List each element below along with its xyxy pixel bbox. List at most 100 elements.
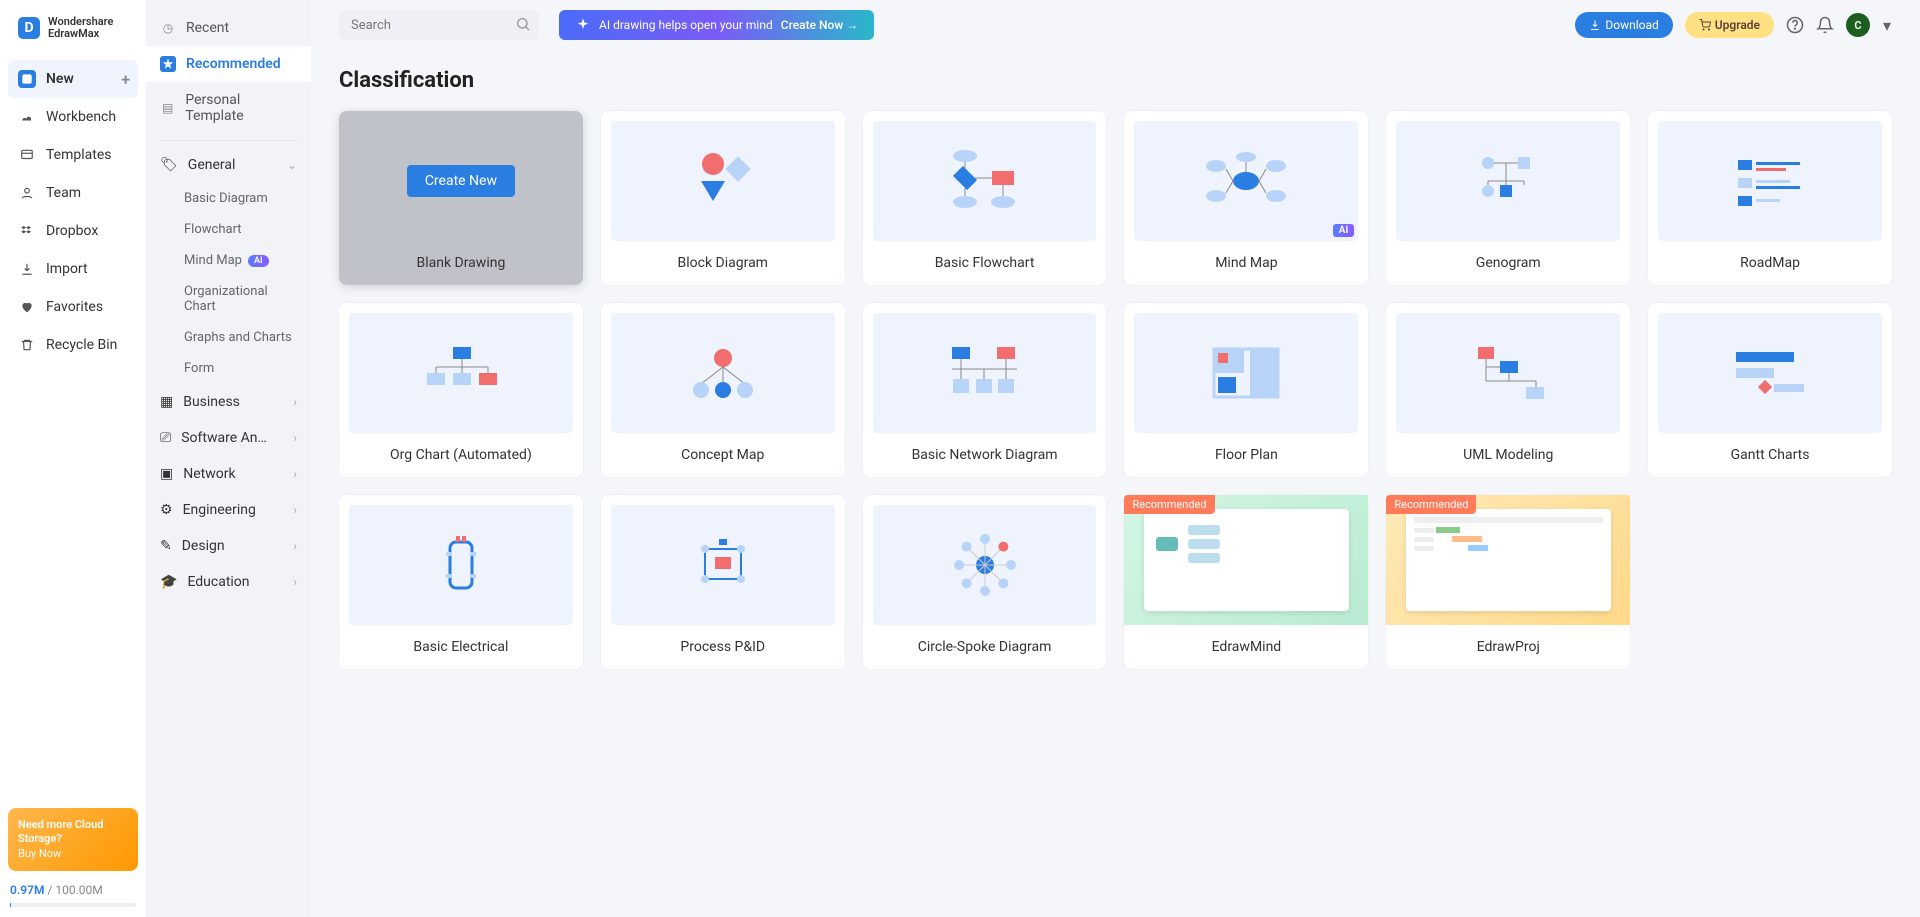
clock-icon: ◷ (160, 20, 176, 36)
template-card-block-diagram[interactable]: Block Diagram (601, 111, 845, 285)
template-card-basic-network-diagram[interactable]: Basic Network Diagram (863, 303, 1107, 477)
nav-item-templates[interactable]: Templates (8, 136, 138, 174)
star-icon: ★ (160, 56, 176, 72)
group-icon: 🎓 (160, 574, 177, 590)
tag-icon: 🏷 (160, 157, 178, 173)
user-avatar[interactable]: C (1846, 13, 1870, 37)
promo-line1: Need more Cloud Storage? (18, 818, 103, 845)
template-card-uml-modeling[interactable]: UML Modeling (1386, 303, 1630, 477)
template-icon: ▤ (160, 100, 175, 116)
dropbox-icon (18, 222, 36, 240)
chevron-right-icon: › (293, 395, 297, 409)
template-thumbnail (1134, 313, 1358, 433)
primary-nav: New + Workbench Templates Team DropboxImport F… (0, 56, 146, 368)
template-card-edrawmind[interactable]: RecommendedEdrawMind (1124, 495, 1368, 669)
tab-recent[interactable]: ◷ Recent (146, 10, 311, 46)
group-business[interactable]: ▦Business› (146, 384, 311, 420)
plus-icon[interactable]: + (121, 70, 130, 89)
top-bar: AI drawing helps open your mind Create N… (311, 0, 1920, 50)
template-thumbnail (611, 505, 835, 625)
storage-promo[interactable]: Need more Cloud Storage? Buy Now (8, 808, 138, 871)
template-thumbnail: AI (1134, 121, 1358, 241)
nav-label: Templates (46, 147, 112, 163)
main-area: AI drawing helps open your mind Create N… (311, 0, 1920, 917)
bell-icon[interactable] (1816, 16, 1834, 34)
tab-recommended[interactable]: ★Recommended (146, 46, 311, 82)
chevron-down-icon: ⌄ (287, 158, 297, 172)
template-card-mind-map[interactable]: AIMind Map (1124, 111, 1368, 285)
nav-item-recycle-bin[interactable]: Recycle Bin (8, 326, 138, 364)
brand-icon: D (18, 17, 40, 39)
group-engineering[interactable]: ⚙Engineering› (146, 492, 311, 528)
promo-cta: Buy Now (18, 847, 61, 860)
sparkle-icon (575, 17, 591, 33)
download-label: Download (1605, 18, 1658, 32)
subcat-mind-map[interactable]: Mind MapAI (146, 245, 311, 276)
download-button[interactable]: Download (1575, 12, 1672, 38)
subcat-organizational-chart[interactable]: Organizational Chart (146, 276, 311, 322)
subcat-graphs-and-charts[interactable]: Graphs and Charts (146, 322, 311, 353)
template-card-circle-spoke-diagram[interactable]: Circle-Spoke Diagram (863, 495, 1107, 669)
template-card-roadmap[interactable]: RoadMap (1648, 111, 1892, 285)
caret-down-icon[interactable]: ▾ (1882, 16, 1892, 34)
nav-item-workbench[interactable]: Workbench (8, 98, 138, 136)
tab-label: Recent (186, 20, 229, 36)
template-card-org-chart-automated-[interactable]: Org Chart (Automated) (339, 303, 583, 477)
template-label: Circle-Spoke Diagram (863, 625, 1107, 669)
nav-item-import[interactable]: Import (8, 250, 138, 288)
template-card-gantt-charts[interactable]: Gantt Charts (1648, 303, 1892, 477)
search-box (339, 10, 539, 40)
template-label: Basic Flowchart (863, 241, 1107, 285)
group-education[interactable]: 🎓Education› (146, 564, 311, 600)
search-icon[interactable] (515, 16, 531, 36)
nav-label: Team (46, 185, 81, 201)
subcat-label: Graphs and Charts (184, 330, 292, 345)
template-label: Floor Plan (1124, 433, 1368, 477)
nav-item-dropbox[interactable]: Dropbox (8, 212, 138, 250)
subcat-basic-diagram[interactable]: Basic Diagram (146, 183, 311, 214)
group-design[interactable]: ✎Design› (146, 528, 311, 564)
template-label: Concept Map (601, 433, 845, 477)
storage-usage: 0.97M / 100.00M (0, 883, 146, 903)
nav-item-team[interactable]: Team (8, 174, 138, 212)
template-card-basic-flowchart[interactable]: Basic Flowchart (863, 111, 1107, 285)
template-label: EdrawMind (1124, 625, 1368, 669)
chevron-right-icon: › (293, 503, 297, 517)
import-icon (18, 260, 36, 278)
subcat-flowchart[interactable]: Flowchart (146, 214, 311, 245)
group-network[interactable]: ▣Network› (146, 456, 311, 492)
group-general[interactable]: 🏷 General ⌄ (146, 147, 311, 183)
ai-badge: AI (248, 255, 269, 267)
group-general-label: General (188, 157, 236, 173)
template-card-process-p-id[interactable]: Process P&ID (601, 495, 845, 669)
template-label: Basic Network Diagram (863, 433, 1107, 477)
template-label: UML Modeling (1386, 433, 1630, 477)
upgrade-button[interactable]: Upgrade (1685, 12, 1774, 38)
template-card-blank-drawing[interactable]: Create New Blank Drawing (339, 111, 583, 285)
recommended-badge: Recommended (1386, 495, 1476, 514)
subcat-form[interactable]: Form (146, 353, 311, 384)
nav-label: New (46, 71, 74, 87)
group-label: Design (182, 538, 225, 554)
tab-personal-template[interactable]: ▤Personal Template (146, 82, 311, 134)
search-input[interactable] (339, 10, 539, 40)
template-label: Mind Map (1124, 241, 1368, 285)
template-card-genogram[interactable]: Genogram (1386, 111, 1630, 285)
template-card-concept-map[interactable]: Concept Map (601, 303, 845, 477)
template-card-basic-electrical[interactable]: Basic Electrical (339, 495, 583, 669)
ai-banner[interactable]: AI drawing helps open your mind Create N… (559, 10, 874, 40)
nav-item-favorites[interactable]: Favorites (8, 288, 138, 326)
template-label: Blank Drawing (339, 241, 583, 285)
template-card-edrawproj[interactable]: RecommendedEdrawProj (1386, 495, 1630, 669)
create-new-button[interactable]: Create New (407, 165, 515, 197)
nav-label: Favorites (46, 299, 103, 315)
group-software-an-[interactable]: ⎚Software An…› (146, 420, 311, 456)
help-icon[interactable] (1786, 16, 1804, 34)
chevron-right-icon: › (293, 575, 297, 589)
template-label: Org Chart (Automated) (339, 433, 583, 477)
nav-label: Workbench (46, 109, 116, 125)
nav-item-new[interactable]: New + (8, 60, 138, 98)
template-thumbnail: Create New (349, 121, 573, 241)
template-card-floor-plan[interactable]: Floor Plan (1124, 303, 1368, 477)
team-icon (18, 184, 36, 202)
